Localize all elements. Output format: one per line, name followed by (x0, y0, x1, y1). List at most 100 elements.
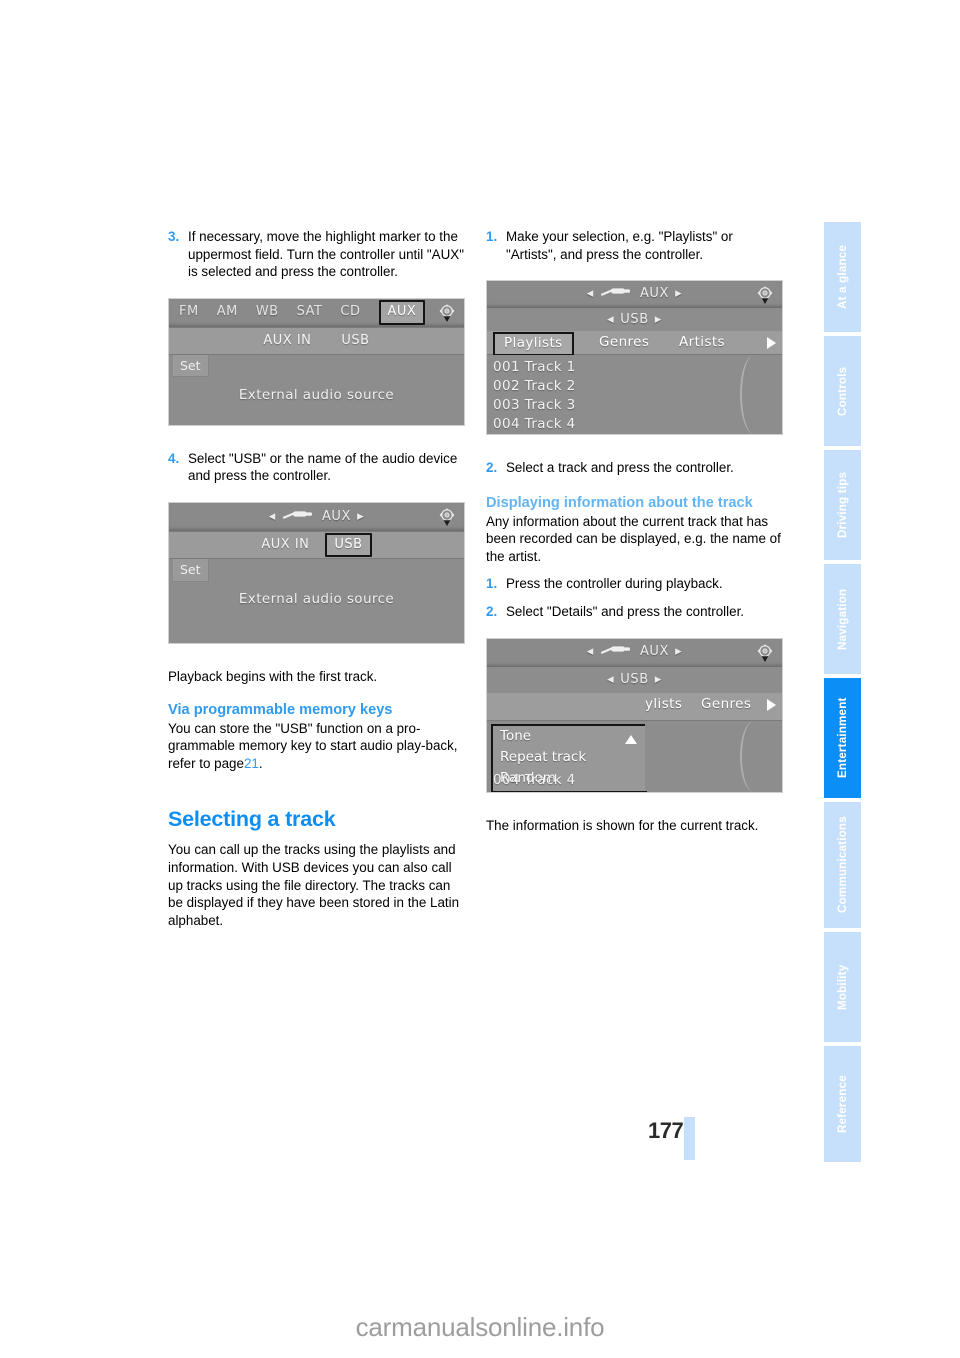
source-fm: FM (179, 304, 199, 320)
more-tabs-arrow-icon[interactable] (767, 698, 776, 711)
aux-header: ◂ AUX ▸ (169, 503, 464, 529)
aux-label: AUX (639, 644, 670, 660)
step-text: If necessary, move the highlight marker … (188, 229, 464, 280)
band-item-aux-in: AUX IN (261, 537, 310, 553)
memory-keys-text-end: . (258, 755, 263, 771)
rail-tab-communications[interactable]: Communications (824, 802, 861, 928)
scroll-arc[interactable] (740, 720, 768, 792)
chevron-right-icon: ▸ (675, 644, 683, 660)
more-tabs-arrow-icon[interactable] (767, 336, 776, 349)
usb-subheader: ◂ USB ▸ (487, 666, 782, 693)
rail-tab-entertainment[interactable]: Entertainment (824, 678, 861, 798)
list-item[interactable]: 002 Track 2 (493, 377, 782, 396)
chevron-right-icon: ▸ (654, 311, 662, 327)
site-watermark: carmanualsonline.info (355, 1312, 605, 1342)
closing-note: The information is shown for the current… (486, 817, 759, 833)
tab-genres[interactable]: Genres (701, 696, 751, 714)
rail-tab-driving-tips[interactable]: Driving tips (824, 450, 861, 560)
selecting-track-paragraph: You can call up the tracks using the pla… (168, 842, 460, 928)
subheading-memory-keys: Via programmable memory keys (168, 701, 393, 718)
tab-playlists-partial[interactable]: ylists (645, 696, 682, 714)
tab-artists[interactable]: Artists (679, 334, 725, 352)
step-item: 3. If necessary, move the highlight mark… (168, 228, 465, 281)
left-column: 3. If necessary, move the highlight mark… (168, 228, 465, 929)
tab-playlists[interactable]: Playlists (493, 331, 574, 357)
memory-keys-paragraph: You can store the "USB" function on a pr… (168, 720, 465, 773)
screen-stage: Tone Repeat track Random Details 004 Tra… (487, 720, 782, 792)
chevron-left-icon: ◂ (268, 508, 276, 524)
usb-label: USB (620, 311, 649, 327)
compass-icon (436, 302, 458, 324)
scroll-up-arrow-icon[interactable] (625, 734, 637, 744)
category-tabs: Playlists Genres Artists (487, 330, 782, 357)
step-item: 1. Press the controller during playback. (486, 575, 783, 593)
menu-item-details[interactable]: Details (491, 790, 647, 792)
chevron-left-icon: ◂ (607, 671, 615, 687)
usb-label: USB (620, 671, 649, 687)
step-text: Select "USB" or the name of the audio de… (188, 450, 458, 484)
rail-tab-controls[interactable]: Controls (824, 336, 861, 446)
step-number: 3. (168, 229, 180, 244)
aux-plug-icon (600, 643, 634, 661)
rail-tab-mobility[interactable]: Mobility (824, 932, 861, 1042)
compass-icon (754, 284, 776, 306)
rail-tab-navigation[interactable]: Navigation (824, 564, 861, 674)
category-tabs: ylists Genres (487, 692, 782, 721)
idrive-screenshot-playlists: ◂ AUX ▸ ◂ USB ▸ Playlists Genres Artists… (486, 280, 783, 436)
source-cd: CD (340, 304, 361, 320)
manual-page: 3. If necessary, move the highlight mark… (0, 0, 960, 1358)
screen-stage: Set External audio source (169, 354, 464, 425)
section-tab-rail: At a glance Controls Driving tips Naviga… (824, 222, 861, 1162)
rail-tab-reference[interactable]: Reference (824, 1046, 861, 1162)
tab-genres[interactable]: Genres (599, 334, 649, 352)
heading-selecting-a-track: Selecting a track (168, 807, 336, 832)
screen-topbar: ◂ AUX ▸ (487, 638, 782, 667)
menu-item-repeat-track[interactable]: Repeat track (493, 747, 645, 768)
list-item[interactable]: 004 Track 4 (493, 415, 782, 434)
track-list: 001 Track 1 002 Track 2 003 Track 3 004 … (487, 355, 782, 434)
subheading-displaying-information: Displaying information about the track (486, 494, 753, 511)
compass-icon (754, 642, 776, 664)
band-item-usb: USB (341, 332, 370, 348)
page-cross-reference[interactable]: 21 (244, 756, 259, 771)
screen-stage: 001 Track 1 002 Track 2 003 Track 3 004 … (487, 355, 782, 435)
step-text: Make your selection, e.g. "Playlists" or… (506, 229, 733, 262)
page-number: 177 (648, 1118, 684, 1143)
rail-tab-at-a-glance[interactable]: At a glance (824, 222, 861, 332)
chevron-left-icon: ◂ (586, 286, 594, 302)
chevron-left-icon: ◂ (586, 644, 594, 660)
menu-item-tone[interactable]: Tone (493, 726, 645, 747)
compass-icon (436, 506, 458, 528)
band-item-usb-selected: USB (325, 532, 372, 558)
idrive-screenshot-usb-select: ◂ AUX ▸ AUX IN USB Set External audio so… (168, 501, 465, 644)
chevron-right-icon: ▸ (654, 671, 662, 687)
list-item[interactable]: 001 Track 1 (493, 358, 782, 377)
stage-message: External audio source (238, 386, 395, 403)
memory-keys-text: You can store the "USB" function on a pr… (168, 720, 458, 771)
screen-topbar: ◂ AUX ▸ (169, 502, 464, 531)
step-item: 4. Select "USB" or the name of the audio… (168, 450, 465, 485)
screen-topbar: FM AM WB SAT CD AUX (169, 298, 464, 327)
step-number: 2. (486, 604, 498, 620)
step-number: 4. (168, 450, 180, 466)
aux-label: AUX (639, 286, 670, 302)
list-item[interactable]: 003 Track 3 (493, 396, 782, 415)
step-number: 2. (486, 460, 498, 476)
source-aux-selected: AUX (378, 299, 426, 325)
step-text: Select a track and press the controller. (506, 460, 734, 476)
chevron-right-icon: ▸ (357, 508, 365, 524)
right-column: 1. Make your selection, e.g. "Playlists"… (486, 228, 783, 834)
displaying-info-paragraph: Any information about the current track … (486, 513, 781, 564)
